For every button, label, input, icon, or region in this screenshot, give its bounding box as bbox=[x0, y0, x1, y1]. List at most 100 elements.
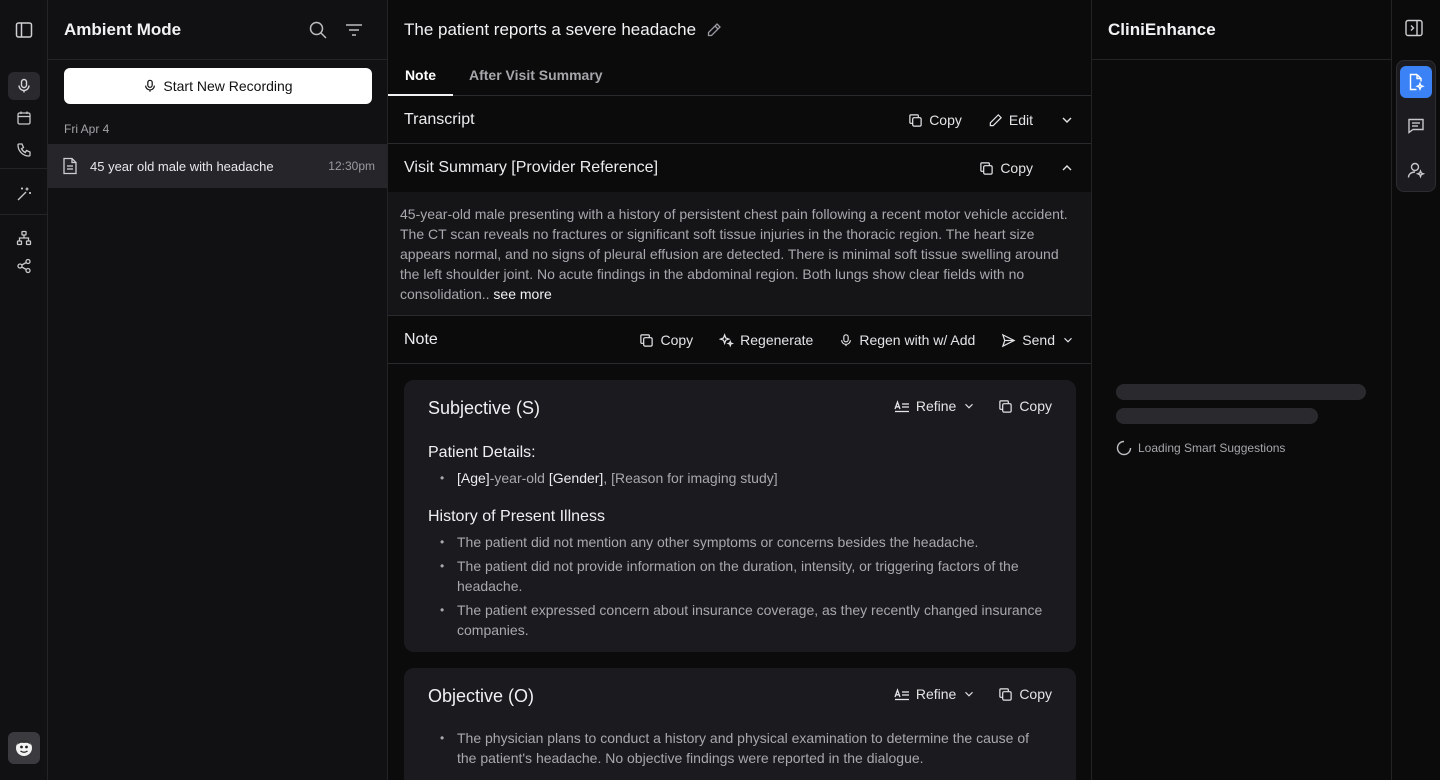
send-button[interactable]: Send bbox=[1001, 332, 1075, 348]
tab-note[interactable]: Note bbox=[388, 56, 453, 96]
regenerate-button[interactable]: Regenerate bbox=[719, 332, 813, 348]
patient-details-heading: Patient Details: bbox=[428, 444, 536, 461]
transcript-actions: Copy Edit bbox=[908, 96, 1075, 144]
copy-icon bbox=[979, 161, 994, 176]
objective-item: The physician plans to conduct a history… bbox=[440, 728, 1050, 768]
subjective-title: Subjective (S) bbox=[428, 398, 541, 418]
note-row: Note Copy Regenerate Regen with w/ Add S… bbox=[388, 316, 1091, 364]
transcript-copy-button[interactable]: Copy bbox=[908, 112, 962, 128]
transcript-row[interactable]: Transcript Copy Edit bbox=[388, 96, 1091, 144]
subjective-copy-button[interactable]: Copy bbox=[998, 398, 1052, 414]
hpi-item: The patient did not provide information … bbox=[440, 556, 1050, 596]
copy-label: Copy bbox=[660, 332, 694, 348]
sidebar-toggle-icon[interactable] bbox=[8, 16, 40, 44]
send-icon bbox=[1001, 333, 1016, 348]
copy-label: Copy bbox=[929, 112, 962, 128]
note-label: Note bbox=[404, 330, 438, 348]
subjective-actions: Refine Copy bbox=[894, 398, 1052, 414]
hpi-item: The patient expressed concern about insu… bbox=[440, 600, 1050, 640]
visit-summary-copy-button[interactable]: Copy bbox=[979, 160, 1033, 176]
rail-divider bbox=[0, 168, 48, 169]
page-title: The patient reports a severe headache bbox=[404, 20, 722, 40]
chevron-down-icon bbox=[962, 399, 976, 413]
visit-summary-text: 45-year-old male presenting with a histo… bbox=[388, 192, 1091, 316]
regen-with-add-button[interactable]: Regen with w/ Add bbox=[839, 332, 975, 348]
chevron-down-icon bbox=[1061, 333, 1075, 347]
start-new-recording-label: Start New Recording bbox=[163, 78, 293, 94]
refine-text-icon bbox=[894, 687, 910, 701]
send-label: Send bbox=[1022, 332, 1055, 348]
tab-bar: Note After Visit Summary bbox=[388, 56, 1091, 96]
chevron-down-icon bbox=[1059, 112, 1075, 128]
transcript-expand-button[interactable] bbox=[1059, 112, 1075, 128]
document-sparkle-icon[interactable] bbox=[1400, 66, 1432, 98]
share-icon[interactable] bbox=[8, 252, 40, 280]
chevron-down-icon bbox=[962, 687, 976, 701]
patient-age-suffix: -year-old bbox=[489, 470, 549, 486]
start-new-recording-button[interactable]: Start New Recording bbox=[64, 68, 372, 104]
edit-pencil-icon[interactable] bbox=[706, 22, 722, 38]
copy-label: Copy bbox=[1019, 398, 1052, 414]
note-actions: Copy Regenerate Regen with w/ Add Send bbox=[639, 316, 1075, 364]
clinienhance-header: CliniEnhance bbox=[1092, 0, 1391, 60]
copy-label: Copy bbox=[1000, 160, 1033, 176]
transcript-label: Transcript bbox=[404, 110, 475, 128]
spinner-icon bbox=[1116, 440, 1132, 456]
regen-with-add-label: Regen with w/ Add bbox=[859, 332, 976, 348]
transcript-edit-button[interactable]: Edit bbox=[988, 112, 1033, 128]
microphone-icon[interactable] bbox=[8, 72, 40, 100]
hpi-item: The patient did not mention any other sy… bbox=[440, 532, 1050, 552]
tool-group bbox=[1396, 60, 1436, 192]
refine-label: Refine bbox=[915, 398, 957, 414]
date-group-label: Fri Apr 4 bbox=[64, 122, 110, 136]
see-more-link[interactable]: see more bbox=[493, 286, 551, 302]
hpi-heading: History of Present Illness bbox=[428, 508, 605, 525]
assistant-icon[interactable] bbox=[1400, 154, 1432, 186]
panel-title: Ambient Mode bbox=[64, 20, 182, 39]
sparkle-icon bbox=[719, 332, 735, 348]
loading-indicator: Loading Smart Suggestions bbox=[1116, 440, 1285, 456]
regenerate-label: Regenerate bbox=[740, 332, 814, 348]
patient-age: [Age] bbox=[457, 470, 490, 486]
magic-wand-icon[interactable] bbox=[8, 180, 40, 208]
objective-copy-button[interactable]: Copy bbox=[998, 686, 1052, 702]
copy-icon bbox=[908, 113, 923, 128]
copy-icon bbox=[998, 399, 1013, 414]
calendar-icon[interactable] bbox=[8, 104, 40, 132]
panel-collapse-icon[interactable] bbox=[1404, 18, 1424, 38]
chat-icon[interactable] bbox=[1400, 110, 1432, 142]
objective-actions: Refine Copy bbox=[894, 686, 1052, 702]
hierarchy-icon[interactable] bbox=[8, 224, 40, 252]
phone-icon[interactable] bbox=[8, 136, 40, 164]
objective-refine-button[interactable]: Refine bbox=[894, 686, 976, 702]
recording-time: 12:30pm bbox=[328, 159, 375, 173]
document-icon bbox=[62, 157, 78, 175]
subjective-card: Subjective (S) Refine Copy Patient Detai… bbox=[404, 380, 1076, 652]
note-copy-button[interactable]: Copy bbox=[639, 332, 693, 348]
filter-icon[interactable] bbox=[344, 20, 364, 40]
recording-name: 45 year old male with headache bbox=[90, 158, 274, 174]
objective-card: Objective (O) Refine Copy The physician … bbox=[404, 668, 1076, 780]
panel-header: Ambient Mode bbox=[48, 0, 387, 60]
pencil-icon bbox=[988, 113, 1003, 128]
search-icon[interactable] bbox=[308, 20, 328, 40]
objective-title: Objective (O) bbox=[428, 686, 535, 706]
main-content: The patient reports a severe headache No… bbox=[388, 0, 1092, 780]
visit-summary-actions: Copy bbox=[979, 144, 1075, 192]
icon-rail bbox=[0, 0, 48, 780]
subjective-refine-button[interactable]: Refine bbox=[894, 398, 976, 414]
tool-rail bbox=[1392, 0, 1440, 780]
avatar[interactable] bbox=[8, 732, 40, 764]
copy-icon bbox=[998, 687, 1013, 702]
refine-text-icon bbox=[894, 399, 910, 413]
recording-list-item[interactable]: 45 year old male with headache 12:30pm bbox=[48, 144, 387, 188]
loading-skeleton-bar bbox=[1116, 408, 1318, 424]
visit-summary-collapse-button[interactable] bbox=[1059, 160, 1075, 176]
refine-label: Refine bbox=[915, 686, 957, 702]
loading-skeleton-bar bbox=[1116, 384, 1366, 400]
copy-icon bbox=[639, 333, 654, 348]
visit-summary-row[interactable]: Visit Summary [Provider Reference] Copy bbox=[388, 144, 1091, 192]
copy-label: Copy bbox=[1019, 686, 1052, 702]
chevron-up-icon bbox=[1059, 160, 1075, 176]
tab-after-visit-summary[interactable]: After Visit Summary bbox=[469, 56, 603, 96]
